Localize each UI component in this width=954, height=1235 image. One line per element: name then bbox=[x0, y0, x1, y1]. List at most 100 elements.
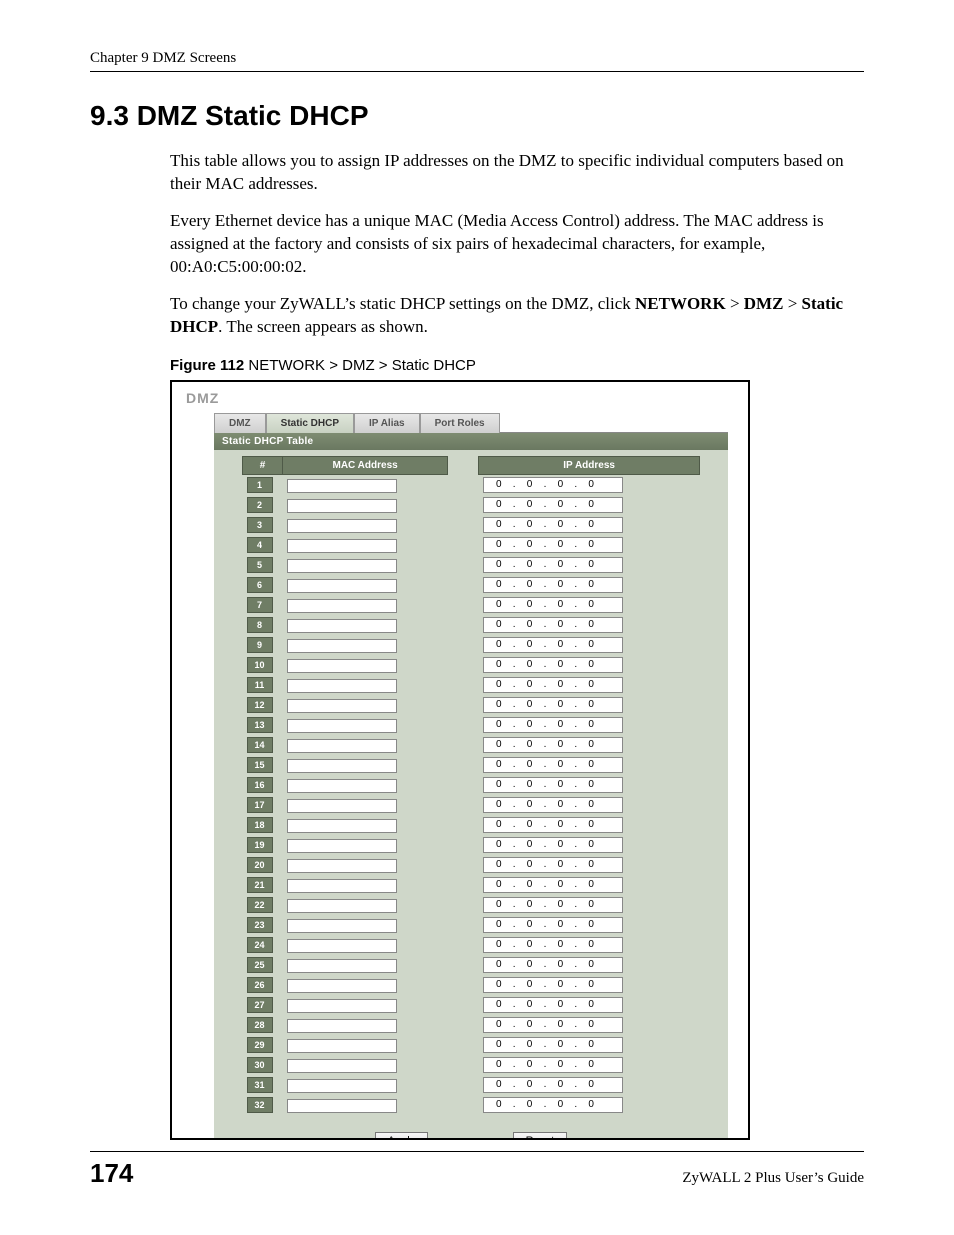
ip-octet-input[interactable] bbox=[488, 879, 510, 890]
mac-address-input[interactable] bbox=[287, 559, 397, 573]
ip-octet-input[interactable] bbox=[549, 619, 571, 630]
mac-address-input[interactable] bbox=[287, 719, 397, 733]
ip-octet-input[interactable] bbox=[519, 619, 541, 630]
ip-address-input[interactable]: ... bbox=[483, 1077, 623, 1093]
ip-octet-input[interactable] bbox=[519, 759, 541, 770]
ip-octet-input[interactable] bbox=[519, 819, 541, 830]
mac-address-input[interactable] bbox=[287, 819, 397, 833]
ip-octet-input[interactable] bbox=[549, 979, 571, 990]
ip-octet-input[interactable] bbox=[549, 879, 571, 890]
ip-octet-input[interactable] bbox=[580, 839, 602, 850]
ip-octet-input[interactable] bbox=[580, 819, 602, 830]
ip-octet-input[interactable] bbox=[580, 959, 602, 970]
ip-octet-input[interactable] bbox=[549, 539, 571, 550]
ip-octet-input[interactable] bbox=[519, 599, 541, 610]
ip-octet-input[interactable] bbox=[580, 939, 602, 950]
ip-octet-input[interactable] bbox=[549, 1059, 571, 1070]
ip-address-input[interactable]: ... bbox=[483, 677, 623, 693]
ip-octet-input[interactable] bbox=[580, 999, 602, 1010]
ip-octet-input[interactable] bbox=[488, 919, 510, 930]
tab-port-roles[interactable]: Port Roles bbox=[420, 413, 500, 433]
ip-octet-input[interactable] bbox=[519, 939, 541, 950]
mac-address-input[interactable] bbox=[287, 919, 397, 933]
mac-address-input[interactable] bbox=[287, 739, 397, 753]
ip-octet-input[interactable] bbox=[549, 599, 571, 610]
ip-octet-input[interactable] bbox=[488, 859, 510, 870]
ip-octet-input[interactable] bbox=[580, 879, 602, 890]
ip-octet-input[interactable] bbox=[488, 999, 510, 1010]
ip-address-input[interactable]: ... bbox=[483, 637, 623, 653]
ip-octet-input[interactable] bbox=[488, 779, 510, 790]
ip-octet-input[interactable] bbox=[488, 979, 510, 990]
ip-octet-input[interactable] bbox=[580, 719, 602, 730]
ip-octet-input[interactable] bbox=[549, 739, 571, 750]
ip-octet-input[interactable] bbox=[519, 899, 541, 910]
mac-address-input[interactable] bbox=[287, 1079, 397, 1093]
mac-address-input[interactable] bbox=[287, 979, 397, 993]
ip-octet-input[interactable] bbox=[580, 599, 602, 610]
ip-address-input[interactable]: ... bbox=[483, 777, 623, 793]
ip-octet-input[interactable] bbox=[488, 479, 510, 490]
ip-octet-input[interactable] bbox=[580, 539, 602, 550]
ip-octet-input[interactable] bbox=[519, 839, 541, 850]
ip-octet-input[interactable] bbox=[580, 559, 602, 570]
ip-octet-input[interactable] bbox=[519, 919, 541, 930]
ip-octet-input[interactable] bbox=[580, 499, 602, 510]
ip-octet-input[interactable] bbox=[519, 959, 541, 970]
ip-address-input[interactable]: ... bbox=[483, 817, 623, 833]
ip-octet-input[interactable] bbox=[549, 779, 571, 790]
ip-octet-input[interactable] bbox=[488, 639, 510, 650]
ip-octet-input[interactable] bbox=[519, 479, 541, 490]
ip-octet-input[interactable] bbox=[488, 619, 510, 630]
mac-address-input[interactable] bbox=[287, 899, 397, 913]
ip-octet-input[interactable] bbox=[549, 759, 571, 770]
ip-octet-input[interactable] bbox=[488, 519, 510, 530]
ip-address-input[interactable]: ... bbox=[483, 577, 623, 593]
ip-address-input[interactable]: ... bbox=[483, 697, 623, 713]
ip-octet-input[interactable] bbox=[488, 599, 510, 610]
reset-button[interactable]: Reset bbox=[513, 1132, 568, 1140]
ip-octet-input[interactable] bbox=[488, 499, 510, 510]
ip-address-input[interactable]: ... bbox=[483, 537, 623, 553]
ip-octet-input[interactable] bbox=[580, 859, 602, 870]
ip-octet-input[interactable] bbox=[488, 839, 510, 850]
ip-octet-input[interactable] bbox=[519, 1019, 541, 1030]
ip-address-input[interactable]: ... bbox=[483, 857, 623, 873]
ip-octet-input[interactable] bbox=[580, 479, 602, 490]
ip-octet-input[interactable] bbox=[580, 899, 602, 910]
ip-octet-input[interactable] bbox=[549, 499, 571, 510]
mac-address-input[interactable] bbox=[287, 759, 397, 773]
ip-octet-input[interactable] bbox=[580, 799, 602, 810]
ip-address-input[interactable]: ... bbox=[483, 957, 623, 973]
ip-octet-input[interactable] bbox=[488, 939, 510, 950]
ip-octet-input[interactable] bbox=[519, 779, 541, 790]
ip-octet-input[interactable] bbox=[519, 799, 541, 810]
mac-address-input[interactable] bbox=[287, 859, 397, 873]
tab-ip-alias[interactable]: IP Alias bbox=[354, 413, 420, 433]
ip-octet-input[interactable] bbox=[519, 859, 541, 870]
ip-octet-input[interactable] bbox=[580, 759, 602, 770]
ip-address-input[interactable]: ... bbox=[483, 757, 623, 773]
ip-octet-input[interactable] bbox=[580, 779, 602, 790]
ip-address-input[interactable]: ... bbox=[483, 517, 623, 533]
ip-octet-input[interactable] bbox=[488, 559, 510, 570]
ip-address-input[interactable]: ... bbox=[483, 617, 623, 633]
mac-address-input[interactable] bbox=[287, 1019, 397, 1033]
ip-octet-input[interactable] bbox=[519, 879, 541, 890]
ip-octet-input[interactable] bbox=[549, 959, 571, 970]
ip-octet-input[interactable] bbox=[580, 519, 602, 530]
ip-address-input[interactable]: ... bbox=[483, 477, 623, 493]
ip-octet-input[interactable] bbox=[488, 539, 510, 550]
mac-address-input[interactable] bbox=[287, 779, 397, 793]
mac-address-input[interactable] bbox=[287, 879, 397, 893]
ip-octet-input[interactable] bbox=[488, 719, 510, 730]
ip-octet-input[interactable] bbox=[549, 919, 571, 930]
ip-octet-input[interactable] bbox=[549, 639, 571, 650]
ip-octet-input[interactable] bbox=[580, 979, 602, 990]
ip-octet-input[interactable] bbox=[580, 619, 602, 630]
ip-octet-input[interactable] bbox=[519, 739, 541, 750]
mac-address-input[interactable] bbox=[287, 679, 397, 693]
ip-address-input[interactable]: ... bbox=[483, 837, 623, 853]
ip-address-input[interactable]: ... bbox=[483, 737, 623, 753]
ip-octet-input[interactable] bbox=[519, 719, 541, 730]
